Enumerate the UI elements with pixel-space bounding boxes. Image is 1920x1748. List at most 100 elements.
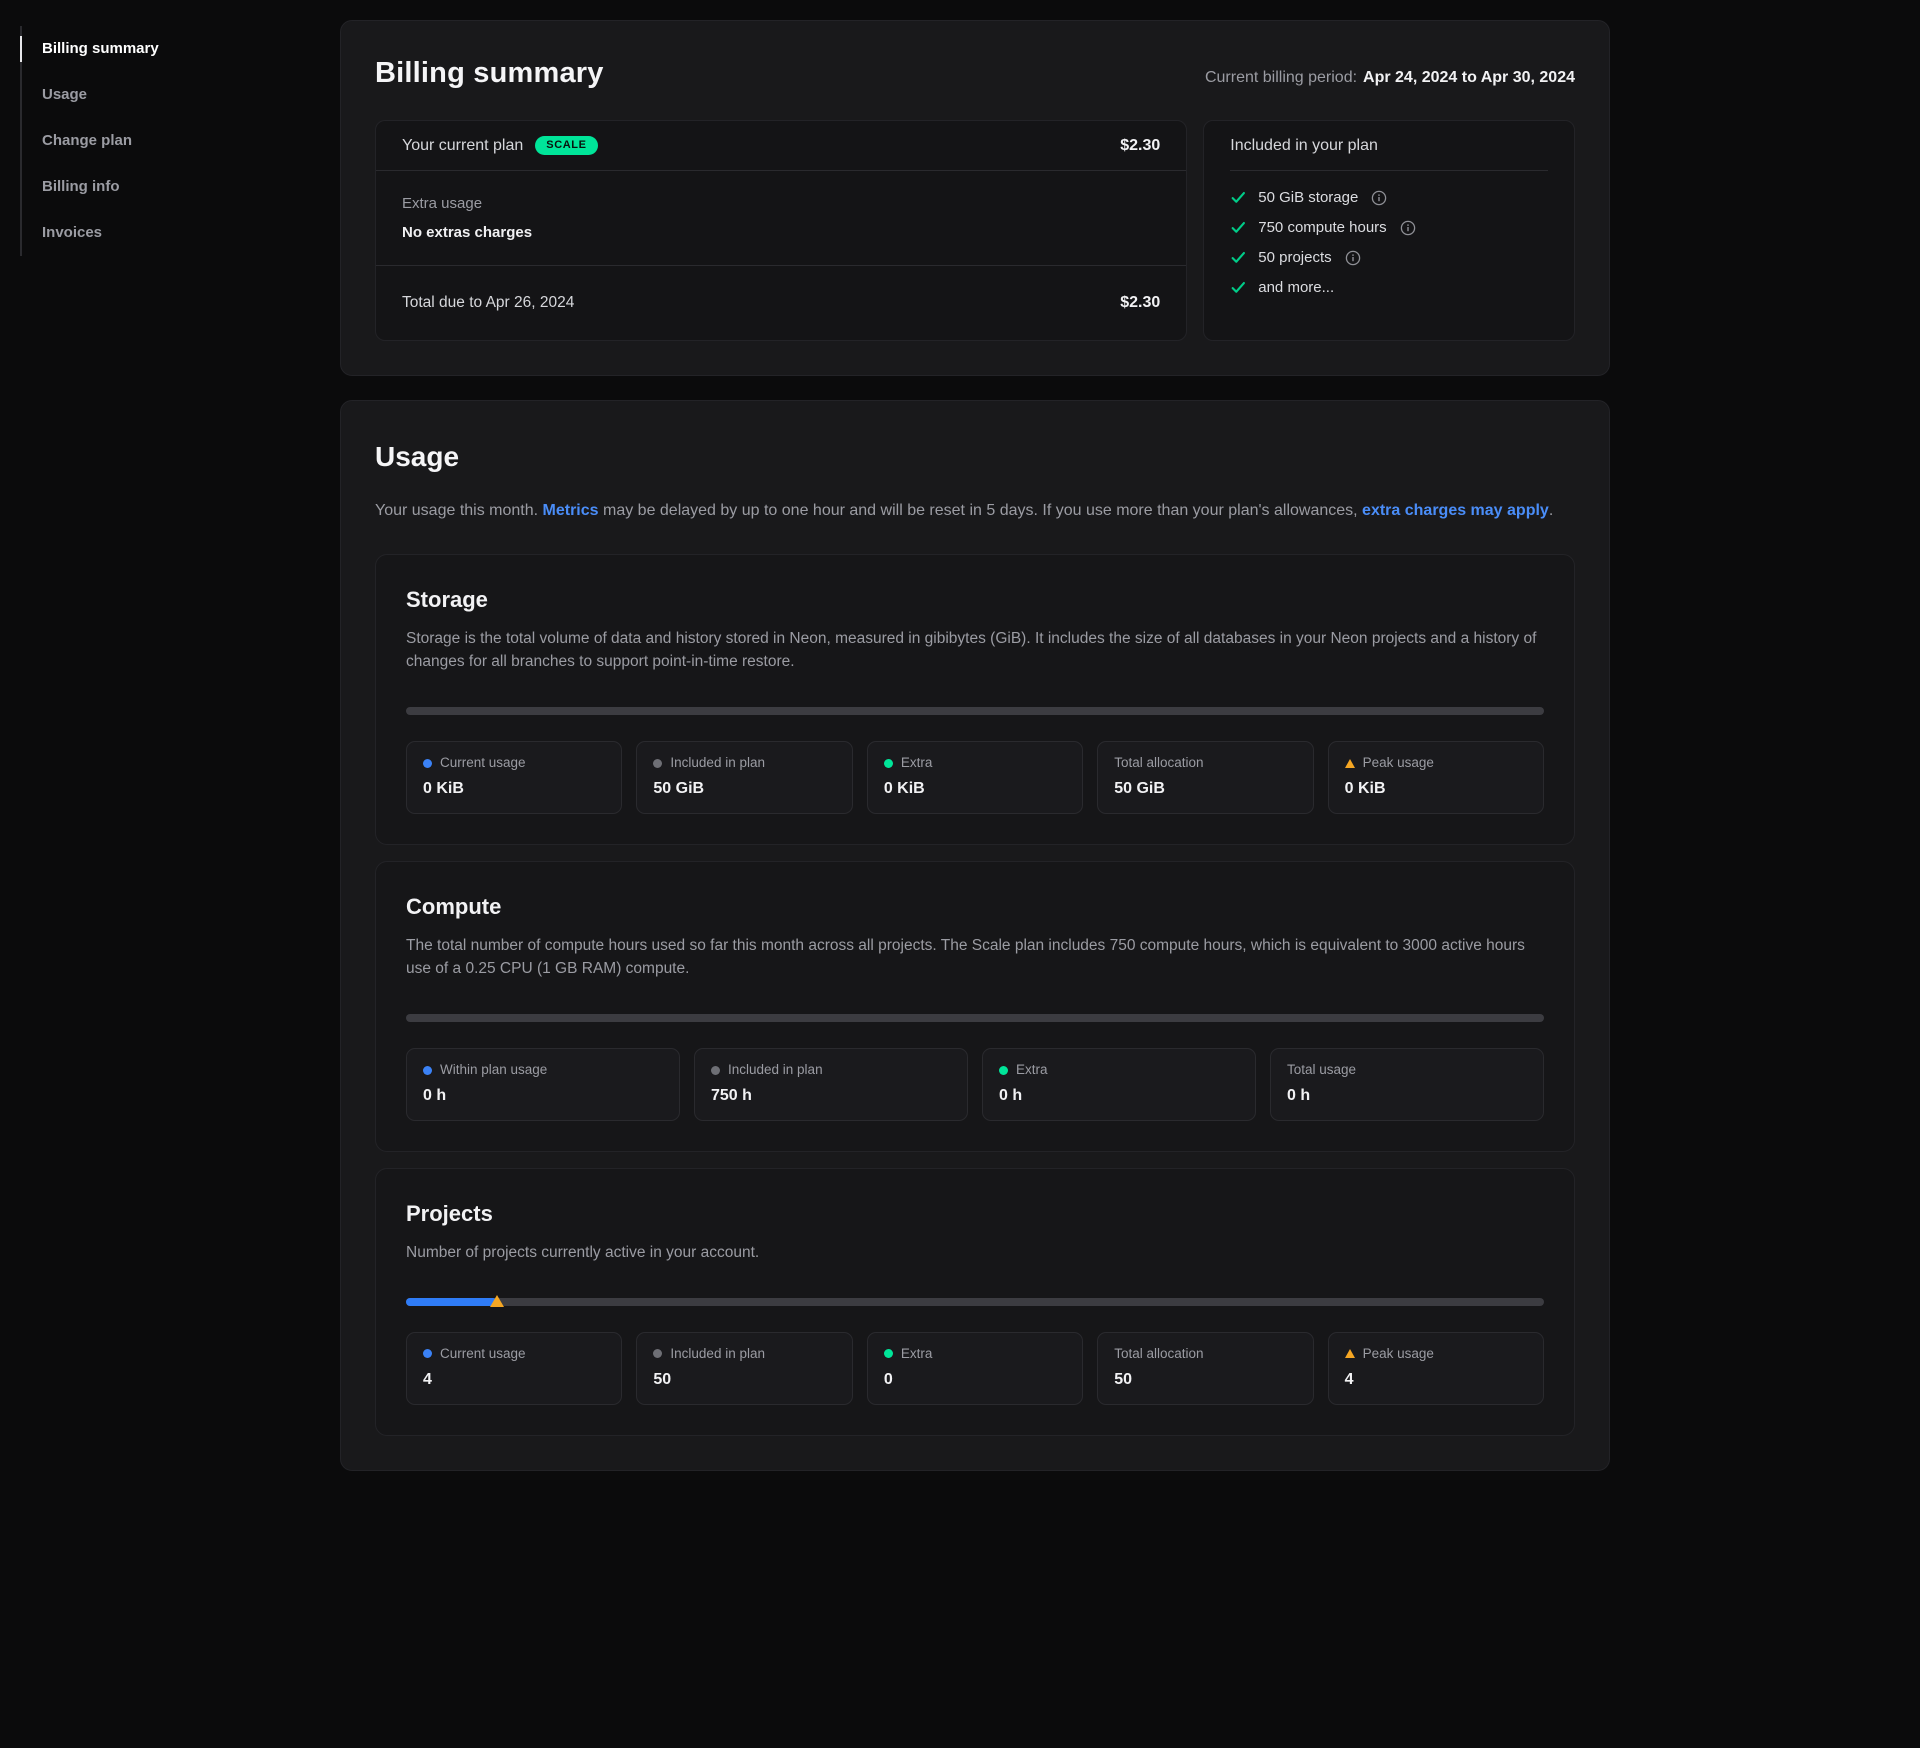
stat-label: Extra — [901, 1347, 933, 1361]
stat-tile-extra: Extra 0 KiB — [867, 741, 1083, 814]
stat-label: Extra — [1016, 1063, 1048, 1077]
included-item-label: and more... — [1258, 279, 1334, 296]
compute-progress-bar — [406, 1014, 1544, 1022]
billing-period-label: Current billing period: — [1205, 69, 1357, 86]
peak-usage-triangle-icon — [1345, 1349, 1355, 1358]
total-due-row: Total due to Apr 26, 2024 $2.30 — [376, 266, 1186, 340]
billing-nav: Billing summary Usage Change plan Billin… — [20, 26, 340, 256]
info-icon[interactable] — [1400, 220, 1416, 236]
check-icon — [1230, 249, 1247, 266]
stat-value: 50 — [1114, 1371, 1296, 1389]
included-plan-dot-icon — [711, 1066, 720, 1075]
stat-value: 50 — [653, 1371, 835, 1389]
current-usage-dot-icon — [423, 759, 432, 768]
stat-value: 0 KiB — [1345, 780, 1527, 798]
stat-label: Peak usage — [1363, 756, 1434, 770]
current-usage-dot-icon — [423, 1349, 432, 1358]
stat-label: Current usage — [440, 1347, 526, 1361]
check-icon — [1230, 219, 1247, 236]
stat-label: Included in plan — [728, 1063, 823, 1077]
stat-tile-total-allocation: Total allocation 50 — [1097, 1332, 1313, 1405]
included-plan-dot-icon — [653, 759, 662, 768]
billing-summary-title: Billing summary — [375, 57, 604, 90]
stat-label: Peak usage — [1363, 1347, 1434, 1361]
extra-dot-icon — [884, 759, 893, 768]
billing-period-value: Apr 24, 2024 to Apr 30, 2024 — [1363, 69, 1575, 86]
plan-badge: SCALE — [535, 136, 597, 155]
included-item-compute: 750 compute hours — [1230, 219, 1548, 236]
stat-tile-current-usage: Current usage 4 — [406, 1332, 622, 1405]
storage-stats: Current usage 0 KiB Included in plan 50 … — [406, 741, 1544, 814]
storage-progress-bar — [406, 707, 1544, 715]
sidebar-item-invoices[interactable]: Invoices — [42, 210, 340, 256]
stat-value: 4 — [423, 1371, 605, 1389]
stat-tile-peak-usage: Peak usage 4 — [1328, 1332, 1544, 1405]
billing-panels: Your current plan SCALE $2.30 Extra usag… — [375, 120, 1575, 341]
current-plan-label-group: Your current plan SCALE — [402, 136, 598, 155]
stat-tile-total-allocation: Total allocation 50 GiB — [1097, 741, 1313, 814]
extra-usage-value: No extras charges — [402, 224, 1160, 241]
stat-label: Extra — [901, 756, 933, 770]
stat-tile-included-in-plan: Included in plan 750 h — [694, 1048, 968, 1121]
stat-label: Current usage — [440, 756, 526, 770]
stat-label: Within plan usage — [440, 1063, 547, 1077]
current-plan-row: Your current plan SCALE $2.30 — [376, 121, 1186, 171]
plan-summary-panel: Your current plan SCALE $2.30 Extra usag… — [375, 120, 1187, 341]
plan-amount: $2.30 — [1120, 137, 1160, 155]
billing-page: Billing summary Usage Change plan Billin… — [0, 0, 1920, 1493]
stat-value: 0 KiB — [884, 780, 1066, 798]
usage-title: Usage — [375, 441, 1575, 473]
billing-summary-header: Billing summary Current billing period: A… — [375, 57, 1575, 90]
included-plan-dot-icon — [653, 1349, 662, 1358]
stat-value: 50 GiB — [1114, 780, 1296, 798]
billing-summary-card: Billing summary Current billing period: A… — [340, 20, 1610, 376]
peak-usage-marker-icon — [490, 1295, 504, 1307]
stat-tile-included-in-plan: Included in plan 50 GiB — [636, 741, 852, 814]
total-due-amount: $2.30 — [1120, 294, 1160, 312]
metrics-link[interactable]: Metrics — [543, 502, 599, 519]
stat-value: 750 h — [711, 1087, 951, 1105]
sidebar-item-billing-summary[interactable]: Billing summary — [42, 26, 340, 72]
within-plan-dot-icon — [423, 1066, 432, 1075]
stat-tile-within-plan-usage: Within plan usage 0 h — [406, 1048, 680, 1121]
included-item-label: 50 projects — [1258, 249, 1331, 266]
included-item-projects: 50 projects — [1230, 249, 1548, 266]
usage-intro: Your usage this month. Metrics may be de… — [375, 499, 1565, 524]
usage-intro-text: Your usage this month. — [375, 502, 543, 519]
info-icon[interactable] — [1371, 190, 1387, 206]
extra-usage-block: Extra usage No extras charges — [376, 171, 1186, 266]
included-item-label: 50 GiB storage — [1258, 189, 1358, 206]
storage-section-description: Storage is the total volume of data and … — [406, 627, 1544, 674]
peak-usage-triangle-icon — [1345, 759, 1355, 768]
stat-label: Total usage — [1287, 1063, 1356, 1077]
stat-tile-current-usage: Current usage 0 KiB — [406, 741, 622, 814]
sidebar-item-usage[interactable]: Usage — [42, 72, 340, 118]
billing-period: Current billing period: Apr 24, 2024 to A… — [1205, 69, 1575, 87]
total-due-label: Total due to Apr 26, 2024 — [402, 294, 574, 312]
stat-label: Total allocation — [1114, 756, 1203, 770]
extra-charges-link[interactable]: extra charges may apply — [1362, 502, 1549, 519]
extra-dot-icon — [884, 1349, 893, 1358]
usage-card: Usage Your usage this month. Metrics may… — [340, 400, 1610, 1471]
stat-label: Included in plan — [670, 1347, 765, 1361]
stat-label: Total allocation — [1114, 1347, 1203, 1361]
stat-value: 50 GiB — [653, 780, 835, 798]
included-in-plan-title: Included in your plan — [1230, 121, 1548, 171]
compute-section-title: Compute — [406, 894, 1544, 920]
stat-value: 0 h — [1287, 1087, 1527, 1105]
info-icon[interactable] — [1345, 250, 1361, 266]
compute-section-description: The total number of compute hours used s… — [406, 934, 1544, 981]
stat-tile-peak-usage: Peak usage 0 KiB — [1328, 741, 1544, 814]
sidebar-item-billing-info[interactable]: Billing info — [42, 164, 340, 210]
included-item-label: 750 compute hours — [1258, 219, 1386, 236]
sidebar-item-change-plan[interactable]: Change plan — [42, 118, 340, 164]
projects-section-title: Projects — [406, 1201, 1544, 1227]
stat-tile-extra: Extra 0 h — [982, 1048, 1256, 1121]
included-in-plan-panel: Included in your plan 50 GiB storage — [1203, 120, 1575, 341]
stat-tile-extra: Extra 0 — [867, 1332, 1083, 1405]
projects-stats: Current usage 4 Included in plan 50 Extr… — [406, 1332, 1544, 1405]
projects-section-description: Number of projects currently active in y… — [406, 1241, 1544, 1264]
stat-tile-total-usage: Total usage 0 h — [1270, 1048, 1544, 1121]
stat-value: 0 h — [423, 1087, 663, 1105]
stat-value: 0 KiB — [423, 780, 605, 798]
